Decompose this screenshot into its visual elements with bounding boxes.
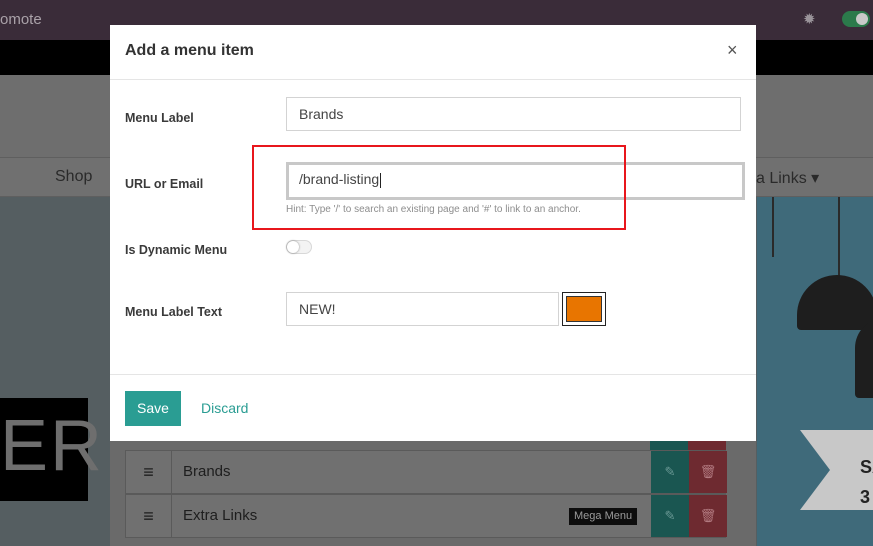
- nav-item-links[interactable]: a Links ▾: [756, 168, 819, 188]
- add-menu-item-dialog: Add a menu item × Menu Label Brands URL …: [110, 25, 756, 441]
- url-label: URL or Email: [125, 177, 204, 191]
- dialog-footer: Save Discard: [110, 374, 756, 441]
- label-color-picker[interactable]: [562, 292, 606, 326]
- dynamic-menu-label: Is Dynamic Menu: [125, 243, 228, 257]
- menu-row-label: Extra Links: [183, 507, 258, 524]
- menu-list-row: ≡ Extra Links Mega Menu ✎ 🗑: [125, 494, 727, 538]
- edit-icon[interactable]: ✎: [651, 495, 689, 537]
- trash-icon[interactable]: 🗑: [689, 495, 727, 537]
- discard-button[interactable]: Discard: [201, 400, 248, 416]
- drag-handle-icon[interactable]: ≡: [126, 451, 172, 493]
- mode-toggle[interactable]: [842, 11, 870, 27]
- drag-handle-icon[interactable]: ≡: [126, 495, 172, 537]
- trash-icon[interactable]: 🗑: [689, 451, 727, 493]
- dialog-title: Add a menu item: [125, 42, 254, 59]
- label-text-label: Menu Label Text: [125, 305, 223, 319]
- menu-label-input[interactable]: Brands: [286, 97, 741, 131]
- edit-icon[interactable]: ✎: [651, 451, 689, 493]
- lamp-cord: [772, 197, 774, 257]
- nav-item-shop[interactable]: Shop: [55, 168, 92, 186]
- menu-label-value: Brands: [299, 106, 344, 122]
- bug-icon[interactable]: ✹: [803, 10, 816, 28]
- highlight-box: [252, 145, 626, 230]
- mega-menu-badge: Mega Menu: [569, 508, 638, 525]
- hero-text: ER: [0, 406, 105, 486]
- app-name: omote: [0, 11, 42, 28]
- menu-label-label: Menu Label: [125, 111, 194, 125]
- dialog-header: Add a menu item ×: [110, 25, 756, 80]
- label-text-value: NEW!: [299, 301, 336, 317]
- sale-tag-text: SA 3: [860, 457, 873, 507]
- menu-row-label: Brands: [183, 463, 231, 480]
- close-icon[interactable]: ×: [727, 40, 738, 61]
- lamp-cord: [838, 197, 840, 277]
- save-button[interactable]: Save: [125, 391, 181, 426]
- label-text-input[interactable]: NEW!: [286, 292, 559, 326]
- menu-list-row: ≡ Brands ✎ 🗑: [125, 450, 727, 494]
- dynamic-menu-toggle[interactable]: [286, 240, 312, 254]
- color-swatch: [566, 296, 602, 322]
